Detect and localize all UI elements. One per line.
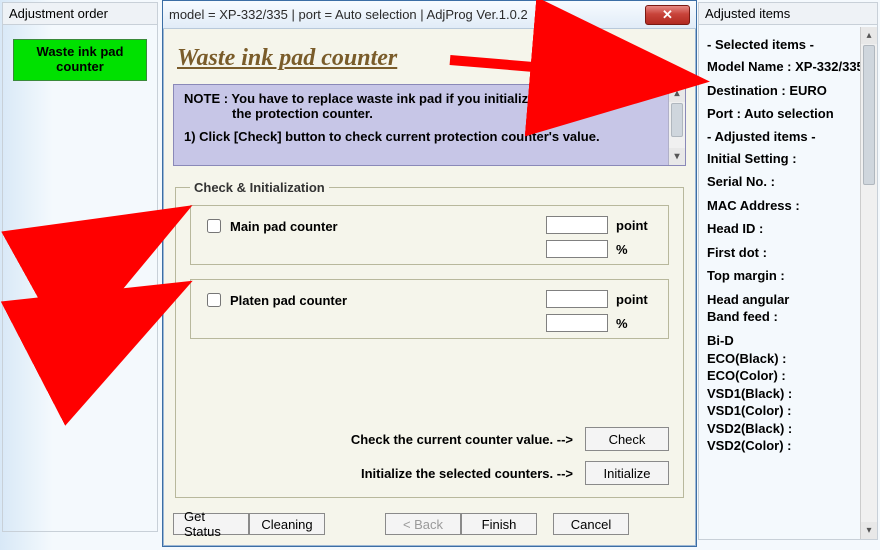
adjusted-items-scroll: - Selected items - Model Name : XP-332/3… xyxy=(701,27,877,539)
get-status-button[interactable]: Get Status xyxy=(173,513,249,535)
main-pad-checkbox[interactable] xyxy=(207,219,221,233)
dialog-titlebar[interactable]: model = XP-332/335 | port = Auto selecti… xyxy=(163,1,696,29)
adjusted-items-scrollbar[interactable]: ▴ ▾ xyxy=(860,27,877,539)
adjusted-item: ECO(Color) : xyxy=(707,367,873,385)
platen-pad-point-unit: point xyxy=(616,292,656,307)
main-pad-label: Main pad counter xyxy=(230,219,338,234)
adjusted-items-title: Adjusted items xyxy=(699,3,877,25)
adjustment-order-title: Adjustment order xyxy=(3,3,157,25)
note-scrollbar[interactable]: ▴ ▾ xyxy=(668,85,685,165)
platen-pad-checkbox[interactable] xyxy=(207,293,221,307)
finish-button[interactable]: Finish xyxy=(461,513,537,535)
scroll-up-icon[interactable]: ▴ xyxy=(861,27,877,44)
scrollbar-thumb[interactable] xyxy=(863,45,875,185)
platen-pad-counter-box: Platen pad counter point % xyxy=(190,279,669,339)
scrollbar-thumb[interactable] xyxy=(671,103,683,137)
waste-ink-pad-dialog: model = XP-332/335 | port = Auto selecti… xyxy=(162,0,697,547)
platen-pad-label: Platen pad counter xyxy=(230,293,347,308)
adjusted-items-panel: Adjusted items - Selected items - Model … xyxy=(698,2,878,540)
adjusted-item: Head angular xyxy=(707,291,873,309)
back-button: < Back xyxy=(385,513,461,535)
platen-pad-point-value xyxy=(546,290,608,308)
cancel-button[interactable]: Cancel xyxy=(553,513,629,535)
platen-pad-percent-value xyxy=(546,314,608,332)
check-initialization-legend: Check & Initialization xyxy=(190,180,329,195)
adjusted-item: Head ID : xyxy=(707,220,873,238)
adjusted-item: Band feed : xyxy=(707,308,873,326)
note-line: NOTE : You have to replace waste ink pad… xyxy=(184,91,659,106)
model-name: Model Name : XP-332/335 xyxy=(707,58,873,76)
main-pad-counter-box: Main pad counter point % xyxy=(190,205,669,265)
main-pad-percent-value xyxy=(546,240,608,258)
selected-items-heading: - Selected items - xyxy=(707,37,873,52)
initialize-button[interactable]: Initialize xyxy=(585,461,669,485)
adjusted-item: MAC Address : xyxy=(707,197,873,215)
adjusted-item: Bi-D xyxy=(707,332,873,350)
adjusted-item: VSD2(Black) : xyxy=(707,420,873,438)
scroll-up-icon[interactable]: ▴ xyxy=(669,85,685,102)
platen-pad-percent-unit: % xyxy=(616,316,656,331)
dialog-title: model = XP-332/335 | port = Auto selecti… xyxy=(169,7,528,22)
adjusted-item: Serial No. : xyxy=(707,173,873,191)
cleaning-button[interactable]: Cleaning xyxy=(249,513,325,535)
main-pad-point-value xyxy=(546,216,608,234)
check-button[interactable]: Check xyxy=(585,427,669,451)
adjusted-item: VSD1(Black) : xyxy=(707,385,873,403)
scroll-down-icon[interactable]: ▾ xyxy=(669,148,685,165)
note-line: 1) Click [Check] button to check current… xyxy=(184,129,659,144)
main-pad-point-unit: point xyxy=(616,218,656,233)
port: Port : Auto selection xyxy=(707,105,873,123)
adjusted-item: First dot : xyxy=(707,244,873,262)
page-title: Waste ink pad counter xyxy=(177,45,686,72)
note-box: NOTE : You have to replace waste ink pad… xyxy=(173,84,686,166)
adjusted-item: Initial Setting : xyxy=(707,150,873,168)
close-button[interactable]: ✕ xyxy=(645,5,690,25)
dialog-bottom-row: Get Status Cleaning < Back Finish Cancel xyxy=(173,510,686,538)
destination: Destination : EURO xyxy=(707,82,873,100)
adjustment-order-panel: Adjustment order Waste ink pad counter xyxy=(2,2,158,532)
close-icon: ✕ xyxy=(662,7,673,23)
adjusted-item: Top margin : xyxy=(707,267,873,285)
adjusted-items-heading: - Adjusted items - xyxy=(707,129,873,144)
adjusted-item: VSD2(Color) : xyxy=(707,437,873,455)
check-initialization-group: Check & Initialization Main pad counter … xyxy=(175,180,684,498)
adjusted-item: VSD1(Color) : xyxy=(707,402,873,420)
waste-ink-pad-counter-button[interactable]: Waste ink pad counter xyxy=(13,39,147,81)
note-line: the protection counter. xyxy=(184,106,659,121)
initialize-prompt: Initialize the selected counters. --> xyxy=(361,466,573,481)
scroll-down-icon[interactable]: ▾ xyxy=(861,522,877,539)
adjusted-item: ECO(Black) : xyxy=(707,350,873,368)
check-prompt: Check the current counter value. --> xyxy=(351,432,573,447)
waste-ink-pad-counter-button-label: Waste ink pad counter xyxy=(14,45,146,75)
main-pad-percent-unit: % xyxy=(616,242,656,257)
